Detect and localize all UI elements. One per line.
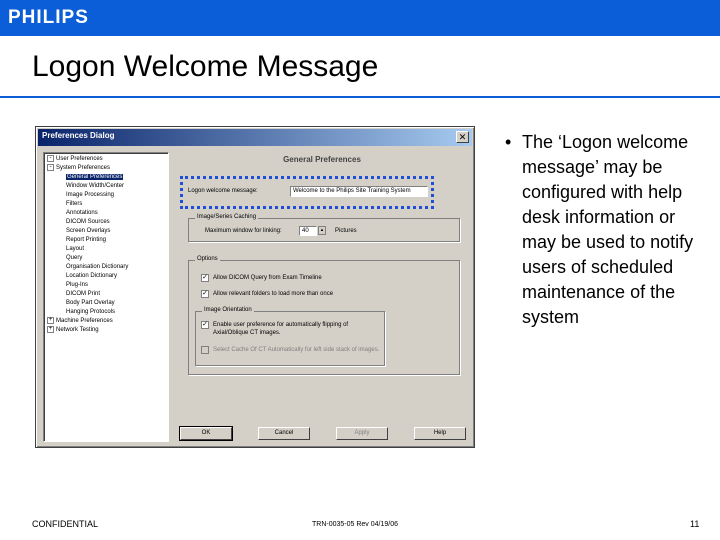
collapse-icon[interactable]: -	[47, 155, 54, 162]
tree-item-general-preferences[interactable]: General Preferences	[66, 173, 124, 182]
apply-button[interactable]: Apply	[336, 427, 388, 440]
allow-dicom-query-label: Allow DICOM Query from Exam Timeline	[213, 275, 322, 281]
tree-item-layout[interactable]: Layout	[66, 245, 84, 254]
logon-message-input[interactable]: Welcome to the Philips Site Training Sys…	[290, 186, 428, 197]
tree-item-machine-preferences[interactable]: + Machine Preferences	[47, 317, 113, 326]
tree-item-body-part-overlay[interactable]: Body Part Overlay	[66, 299, 115, 308]
max-window-label: Maximum window for linking:	[205, 228, 282, 234]
enable-flipping-label: Enable user preference for automatically…	[213, 322, 349, 336]
allow-relevant-folders-label: Allow relevant folders to load more than…	[213, 291, 334, 297]
tree-item-annotations[interactable]: Annotations	[66, 209, 98, 218]
dialog-title: Preferences Dialog	[42, 131, 115, 140]
allow-relevant-folders-checkbox[interactable]: ✓	[201, 290, 209, 298]
max-window-input[interactable]: 40	[299, 226, 317, 236]
bullet-text: The ‘Logon welcome message’ may be confi…	[522, 132, 694, 327]
header-bar: PHILIPS	[0, 0, 720, 36]
select-cache-checkbox[interactable]	[201, 346, 209, 354]
options-title: Options	[195, 256, 220, 262]
tree-item-plug-ins[interactable]: Plug-Ins	[66, 281, 88, 290]
tree-item-dicom-print[interactable]: DICOM Print	[66, 290, 100, 299]
footer-confidential: CONFIDENTIAL	[32, 519, 99, 529]
max-window-unit: Pictures	[335, 228, 357, 234]
collapse-icon[interactable]: -	[47, 164, 54, 171]
logon-message-label: Logon welcome message:	[188, 188, 258, 194]
allow-dicom-query-checkbox[interactable]: ✓	[201, 274, 209, 282]
tree-item-report-printing[interactable]: Report Printing	[66, 236, 106, 245]
spinner-icon[interactable]: ▴	[318, 226, 326, 235]
preferences-dialog: Preferences Dialog ✕ - User Preferences -…	[35, 126, 475, 448]
dialog-titlebar: Preferences Dialog ✕	[38, 129, 472, 146]
panel-heading: General Preferences	[283, 155, 361, 164]
tree-item-organisation-dictionary[interactable]: Organisation Dictionary	[66, 263, 128, 272]
general-preferences-panel: General Preferences Logon welcome messag…	[174, 152, 470, 417]
tree-item-user-preferences[interactable]: - User Preferences	[47, 155, 103, 164]
image-orientation-group: Image Orientation ✓ Enable user preferen…	[195, 307, 385, 366]
tree-item-query[interactable]: Query	[66, 254, 82, 263]
expand-icon[interactable]: +	[47, 326, 54, 333]
tree-item-filters[interactable]: Filters	[66, 200, 82, 209]
options-group: Options ✓ Allow DICOM Query from Exam Ti…	[188, 256, 460, 375]
philips-logo: PHILIPS	[8, 7, 89, 28]
close-icon[interactable]: ✕	[456, 131, 469, 143]
tree-item-dicom-sources[interactable]: DICOM Sources	[66, 218, 110, 227]
enable-flipping-checkbox[interactable]: ✓	[201, 321, 209, 329]
select-cache-label: Select Cache Of CT Automatically for lef…	[213, 347, 380, 353]
image-caching-title: Image/Series Caching	[195, 214, 259, 220]
tree-item-image-processing[interactable]: Image Processing	[66, 191, 114, 200]
image-caching-group: Image/Series Caching Maximum window for …	[188, 214, 460, 242]
image-orientation-title: Image Orientation	[202, 307, 254, 313]
cancel-button[interactable]: Cancel	[258, 427, 310, 440]
tree-item-system-preferences[interactable]: - System Preferences	[47, 164, 110, 173]
footer-page-number: 11	[690, 519, 700, 529]
tree-item-window-width-center[interactable]: Window Width/Center	[66, 182, 124, 191]
slide-title: Logon Welcome Message	[32, 50, 379, 83]
ok-button[interactable]: OK	[179, 426, 233, 441]
help-button[interactable]: Help	[414, 427, 466, 440]
preferences-tree: - User Preferences - System Preferences Ge…	[43, 152, 169, 442]
tree-item-network-testing[interactable]: + Network Testing	[47, 326, 99, 335]
tree-item-hanging-protocols[interactable]: Hanging Protocols	[66, 308, 115, 317]
footer-doc-id: TRN-0035-05 Rev 04/19/06	[312, 521, 398, 528]
tree-item-location-dictionary[interactable]: Location Dictionary	[66, 272, 117, 281]
expand-icon[interactable]: +	[47, 317, 54, 324]
bullet-marker: •	[505, 132, 512, 152]
tree-item-screen-overlays[interactable]: Screen Overlays	[66, 227, 110, 236]
title-divider	[0, 96, 720, 98]
